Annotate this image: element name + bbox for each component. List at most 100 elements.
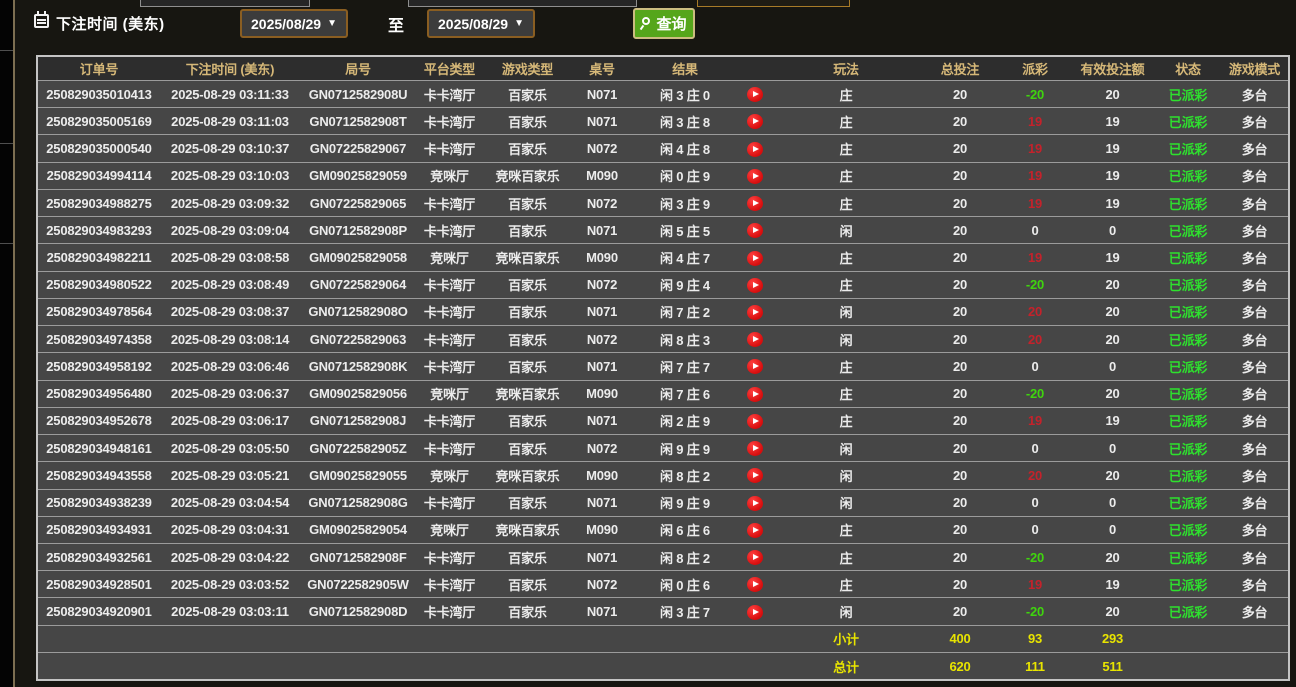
- query-button[interactable]: 查询: [633, 8, 695, 39]
- table-no-cell: M090: [572, 386, 632, 401]
- table-row: 2508290349564802025-08-29 03:06:37GM0902…: [38, 380, 1288, 407]
- table-row: 2508290350051692025-08-29 03:11:03GN0712…: [38, 107, 1288, 134]
- status-cell: 已派彩: [1155, 548, 1221, 567]
- round-no-cell: GN0712582908G: [300, 495, 416, 510]
- game-mode-cell: 多台: [1221, 466, 1288, 485]
- date-from-select[interactable]: 2025/08/29 ▼: [240, 9, 348, 38]
- replay-cell[interactable]: [738, 549, 772, 565]
- replay-cell[interactable]: [738, 440, 772, 456]
- replay-cell[interactable]: [738, 222, 772, 238]
- order-no-cell: 250829034934931: [38, 522, 160, 537]
- replay-cell[interactable]: [738, 386, 772, 402]
- replay-cell[interactable]: [738, 277, 772, 293]
- platform-type-cell: 卡卡湾厅: [416, 575, 483, 594]
- game-mode-cell: 多台: [1221, 439, 1288, 458]
- bet-time-cell: 2025-08-29 03:03:11: [160, 604, 300, 619]
- table-no-cell: N071: [572, 359, 632, 374]
- table-row: 2508290349941142025-08-29 03:10:03GM0902…: [38, 162, 1288, 189]
- replay-cell[interactable]: [738, 413, 772, 429]
- round-no-cell: GN07225829067: [300, 141, 416, 156]
- replay-cell[interactable]: [738, 358, 772, 374]
- status-cell: 已派彩: [1155, 439, 1221, 458]
- replay-cell[interactable]: [738, 113, 772, 129]
- payout-cell: 20: [1000, 304, 1070, 319]
- valid-bet-cell: 0: [1070, 522, 1155, 537]
- platform-type-cell: 卡卡湾厅: [416, 330, 483, 349]
- play-icon[interactable]: [747, 577, 763, 592]
- play-icon[interactable]: [747, 550, 763, 565]
- total-bet-cell: 20: [920, 114, 1000, 129]
- total-bet-cell: 20: [920, 468, 1000, 483]
- table-no-cell: N071: [572, 495, 632, 510]
- replay-cell[interactable]: [738, 86, 772, 102]
- replay-cell[interactable]: [738, 304, 772, 320]
- play-icon[interactable]: [747, 114, 763, 129]
- game-mode-cell: 多台: [1221, 302, 1288, 321]
- valid-bet-cell: 19: [1070, 413, 1155, 428]
- result-cell: 闲 7 庄 6: [632, 384, 738, 403]
- play-icon[interactable]: [747, 523, 763, 538]
- replay-cell[interactable]: [738, 249, 772, 265]
- order-no-cell: 250829034928501: [38, 577, 160, 592]
- play-icon[interactable]: [747, 414, 763, 429]
- table-no-cell: N072: [572, 332, 632, 347]
- replay-cell[interactable]: [738, 495, 772, 511]
- round-no-cell: GM09025829054: [300, 522, 416, 537]
- play-icon[interactable]: [747, 278, 763, 293]
- search-icon: [641, 17, 653, 30]
- total-bet-cell: 20: [920, 304, 1000, 319]
- bet-time-cell: 2025-08-29 03:11:03: [160, 114, 300, 129]
- total-bet-cell: 20: [920, 495, 1000, 510]
- play-icon[interactable]: [747, 223, 763, 238]
- result-cell: 闲 7 庄 2: [632, 302, 738, 321]
- play-icon[interactable]: [747, 169, 763, 184]
- chevron-down-icon: ▼: [327, 18, 337, 29]
- status-cell: 已派彩: [1155, 275, 1221, 294]
- play-icon[interactable]: [747, 87, 763, 102]
- payout-cell: 20: [1000, 332, 1070, 347]
- replay-cell[interactable]: [738, 168, 772, 184]
- game-mode-cell: 多台: [1221, 221, 1288, 240]
- play-icon[interactable]: [747, 332, 763, 347]
- order-no-cell: 250829034943558: [38, 468, 160, 483]
- payout-cell: -20: [1000, 604, 1070, 619]
- table-row: 2508290350005402025-08-29 03:10:37GN0722…: [38, 134, 1288, 161]
- payout-cell: -20: [1000, 550, 1070, 565]
- play-icon[interactable]: [747, 468, 763, 483]
- table-no-cell: M090: [572, 250, 632, 265]
- play-icon[interactable]: [747, 359, 763, 374]
- date-from-value: 2025/08/29: [251, 16, 321, 32]
- replay-cell[interactable]: [738, 331, 772, 347]
- replay-cell[interactable]: [738, 141, 772, 157]
- date-to-select[interactable]: 2025/08/29▼: [427, 9, 535, 38]
- status-cell: 已派彩: [1155, 85, 1221, 104]
- replay-cell[interactable]: [738, 467, 772, 483]
- play-icon[interactable]: [747, 441, 763, 456]
- play-icon[interactable]: [747, 305, 763, 320]
- order-no-cell: 250829034952678: [38, 413, 160, 428]
- result-cell: 闲 2 庄 9: [632, 411, 738, 430]
- table-row: 2508290349285012025-08-29 03:03:52GN0722…: [38, 570, 1288, 597]
- game-mode-cell: 多台: [1221, 248, 1288, 267]
- round-no-cell: GN0712582908U: [300, 87, 416, 102]
- order-no-cell: 250829035000540: [38, 141, 160, 156]
- result-cell: 闲 3 庄 0: [632, 85, 738, 104]
- play-icon[interactable]: [747, 496, 763, 511]
- payout-cell: 19: [1000, 577, 1070, 592]
- play-icon[interactable]: [747, 251, 763, 266]
- replay-cell[interactable]: [738, 522, 772, 538]
- play-icon[interactable]: [747, 387, 763, 402]
- play-icon[interactable]: [747, 605, 763, 620]
- play-icon[interactable]: [747, 142, 763, 157]
- replay-cell[interactable]: [738, 195, 772, 211]
- replay-cell[interactable]: [738, 604, 772, 620]
- play-icon[interactable]: [747, 196, 763, 211]
- bet-time-cell: 2025-08-29 03:08:58: [160, 250, 300, 265]
- table-row: 2508290349325612025-08-29 03:04:22GN0712…: [38, 543, 1288, 570]
- replay-cell[interactable]: [738, 576, 772, 592]
- order-no-cell: 250829034974358: [38, 332, 160, 347]
- result-cell: 闲 8 庄 3: [632, 330, 738, 349]
- total-bet-cell: 20: [920, 359, 1000, 374]
- game-type-cell: 竞咪百家乐: [483, 384, 572, 403]
- column-header-6: 桌号: [572, 59, 632, 78]
